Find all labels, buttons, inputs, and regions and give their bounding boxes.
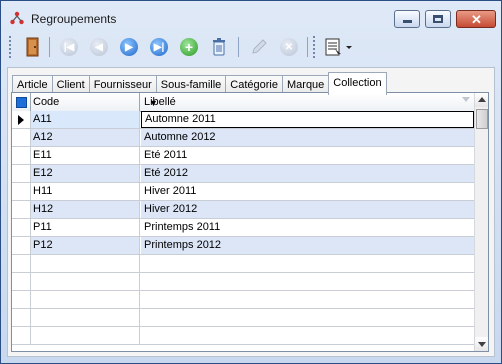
vertical-scrollbar[interactable]: [474, 93, 488, 351]
row-selector[interactable]: [12, 201, 31, 218]
main-panel: Article Client Fournisseur Sous-famille …: [7, 67, 495, 357]
table-row[interactable]: A12 Automne 2012: [12, 129, 474, 147]
cell-code[interactable]: A12: [31, 129, 140, 146]
add-icon[interactable]: +: [177, 35, 201, 59]
edit-icon[interactable]: [247, 35, 271, 59]
table-row[interactable]: H11 Hiver 2011: [12, 183, 474, 201]
toolbar-grip[interactable]: [9, 36, 14, 58]
cell-code[interactable]: P11: [31, 219, 140, 236]
column-header-libelle-label: Libellé: [144, 96, 176, 108]
filter-icon: [462, 97, 470, 102]
row-selector[interactable]: [12, 237, 31, 254]
print-icon[interactable]: [322, 35, 356, 59]
row-selector[interactable]: [12, 183, 31, 200]
cell-libelle[interactable]: Eté 2012: [141, 165, 474, 182]
toolbar-separator: [307, 37, 308, 57]
app-icon: [10, 11, 24, 25]
table-row[interactable]: A11 Automne 2011: [12, 111, 474, 129]
scroll-down-icon[interactable]: [475, 337, 488, 351]
cancel-icon[interactable]: ✕: [277, 35, 301, 59]
window-title: Regroupements: [31, 12, 117, 26]
scrollbar-thumb[interactable]: [476, 109, 488, 129]
empty-row: [12, 255, 474, 273]
current-row-pointer-icon: [18, 115, 24, 125]
table-row[interactable]: E11 Eté 2011: [12, 147, 474, 165]
toolbar-separator: [238, 37, 239, 57]
next-record-icon[interactable]: ▶: [117, 35, 141, 59]
cell-libelle[interactable]: Eté 2011: [141, 147, 474, 164]
toolbar-separator: [49, 37, 50, 57]
data-grid: Code ▼ Libellé A11 Automne 2011 A12 Auto…: [11, 92, 489, 352]
minimize-button[interactable]: [394, 10, 420, 28]
cell-libelle[interactable]: Hiver 2012: [141, 201, 474, 218]
maximize-button[interactable]: [425, 10, 451, 28]
scroll-up-icon[interactable]: [475, 93, 488, 107]
app-window: Regroupements ✕ |◀ ◀ ▶ ▶| + ✕ Article Cl…: [0, 0, 502, 364]
cell-code[interactable]: E12: [31, 165, 140, 182]
exit-door-icon[interactable]: [21, 35, 45, 59]
tab-collection[interactable]: Collection: [328, 72, 387, 95]
table-row[interactable]: E12 Eté 2012: [12, 165, 474, 183]
previous-record-icon[interactable]: ◀: [87, 35, 111, 59]
title-bar: Regroupements ✕: [1, 1, 501, 35]
empty-row: [12, 309, 474, 327]
cell-code[interactable]: P12: [31, 237, 140, 254]
row-selector[interactable]: [12, 219, 31, 236]
cell-code[interactable]: H11: [31, 183, 140, 200]
tab-strip: Article Client Fournisseur Sous-famille …: [12, 72, 387, 95]
column-header-code-label: Code: [33, 96, 60, 108]
table-row[interactable]: P11 Printemps 2011: [12, 219, 474, 237]
cell-code[interactable]: A11: [31, 111, 140, 128]
grid-header: Code ▼ Libellé: [12, 93, 474, 112]
row-selector[interactable]: [12, 129, 31, 146]
column-header-libelle[interactable]: Libellé: [141, 93, 474, 111]
empty-row: [12, 291, 474, 309]
delete-icon[interactable]: [207, 35, 231, 59]
select-all-cell[interactable]: [12, 93, 31, 111]
last-record-icon[interactable]: ▶|: [147, 35, 171, 59]
row-selector[interactable]: [12, 111, 31, 128]
close-button[interactable]: ✕: [456, 10, 496, 28]
cell-libelle[interactable]: Automne 2011: [141, 111, 474, 128]
cell-libelle[interactable]: Hiver 2011: [141, 183, 474, 200]
cell-code[interactable]: H12: [31, 201, 140, 218]
row-selector[interactable]: [12, 165, 31, 182]
toolbar-grip[interactable]: [313, 36, 318, 58]
table-row[interactable]: P12 Printemps 2012: [12, 237, 474, 255]
table-row[interactable]: H12 Hiver 2012: [12, 201, 474, 219]
cell-libelle[interactable]: Printemps 2011: [141, 219, 474, 236]
row-selector[interactable]: [12, 147, 31, 164]
empty-row: [12, 273, 474, 291]
column-header-code[interactable]: Code ▼: [31, 93, 158, 111]
first-record-icon[interactable]: |◀: [57, 35, 81, 59]
cell-libelle[interactable]: Automne 2012: [141, 129, 474, 146]
empty-row: [12, 327, 474, 345]
cell-libelle[interactable]: Printemps 2012: [141, 237, 474, 254]
cell-code[interactable]: E11: [31, 147, 140, 164]
toolbar: |◀ ◀ ▶ ▶| + ✕: [7, 33, 495, 63]
